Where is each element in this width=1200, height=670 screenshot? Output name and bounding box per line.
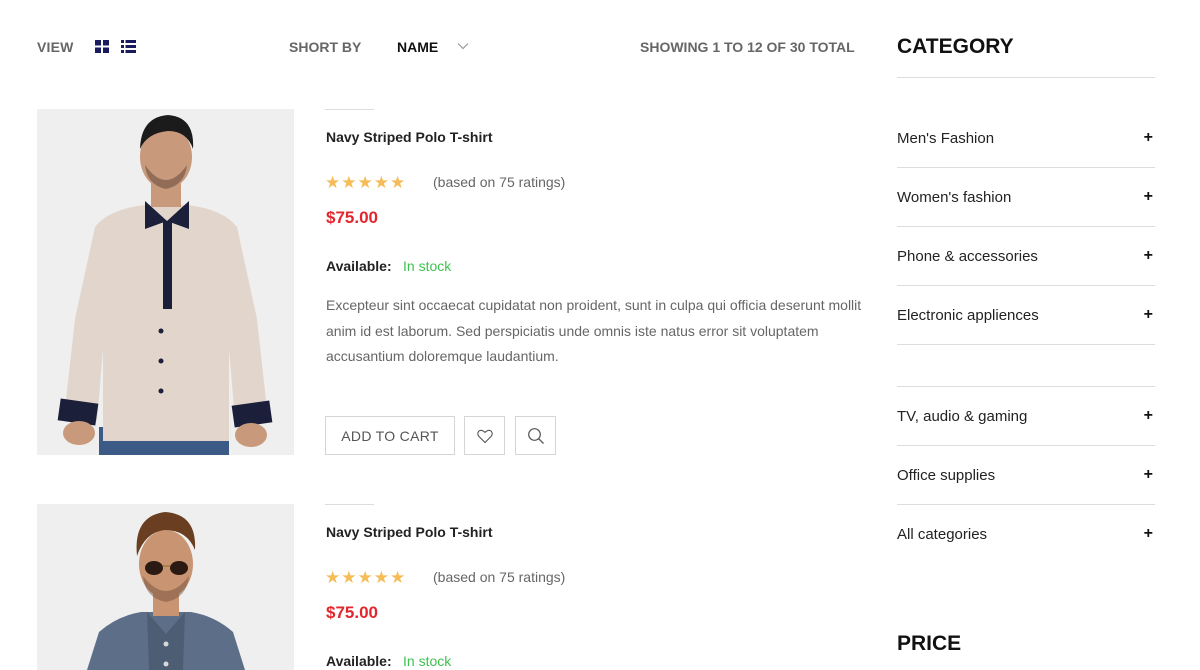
- wishlist-button[interactable]: [464, 416, 505, 455]
- search-icon: [528, 428, 544, 444]
- availability-label: Available:: [326, 258, 392, 274]
- ratings-count: (based on 75 ratings): [433, 569, 566, 585]
- category-item-mens-fashion[interactable]: Men's Fashion +: [897, 109, 1155, 168]
- category-label: All categories: [897, 526, 988, 543]
- category-item-womens-fashion[interactable]: Women's fashion +: [897, 168, 1155, 227]
- product-card: Navy Striped Polo T-shirt ★★★★★ (based o…: [0, 109, 880, 459]
- grid-view-icon[interactable]: [95, 40, 109, 53]
- availability-status: In stock: [403, 653, 452, 669]
- product-card: Navy Striped Polo T-shirt ★★★★★ (based o…: [0, 504, 880, 670]
- category-item-office-supplies[interactable]: Office supplies +: [897, 446, 1155, 505]
- category-label: TV, audio & gaming: [897, 408, 1028, 425]
- category-label: Electronic appliences: [897, 307, 1039, 324]
- chevron-down-icon: [457, 43, 469, 50]
- plus-icon[interactable]: +: [1144, 188, 1153, 206]
- availability-label: Available:: [326, 653, 392, 669]
- quick-view-button[interactable]: [515, 416, 556, 455]
- category-label: Phone & accessories: [897, 248, 1038, 265]
- star-rating-icon: ★★★★★: [325, 173, 407, 192]
- divider: [897, 77, 1155, 78]
- sort-label: SHORT BY: [289, 39, 362, 55]
- product-title[interactable]: Navy Striped Polo T-shirt: [326, 129, 492, 145]
- category-item-phone-accessories[interactable]: Phone & accessories +: [897, 227, 1155, 286]
- product-price: $75.00: [326, 208, 378, 227]
- plus-icon[interactable]: +: [1144, 247, 1153, 265]
- product-image[interactable]: [37, 109, 294, 455]
- star-rating-icon: ★★★★★: [325, 568, 407, 587]
- heart-icon: [477, 429, 493, 444]
- sort-select[interactable]: NAME: [397, 37, 477, 57]
- category-heading: CATEGORY: [897, 35, 1014, 58]
- plus-icon[interactable]: +: [1144, 466, 1153, 484]
- plus-icon[interactable]: +: [1144, 525, 1153, 543]
- results-count: SHOWING 1 TO 12 OF 30 TOTAL: [640, 39, 855, 55]
- category-item-electronic-appliences[interactable]: Electronic appliences +: [897, 286, 1155, 345]
- man-in-beige-shirt-photo: [37, 109, 294, 455]
- ratings-count: (based on 75 ratings): [433, 174, 566, 190]
- category-item-tv-audio-gaming[interactable]: TV, audio & gaming +: [897, 387, 1155, 446]
- man-in-denim-shirt-sunglasses-photo: [37, 504, 294, 670]
- price-heading: PRICE: [897, 632, 962, 655]
- product-image[interactable]: [37, 504, 294, 670]
- category-label: Women's fashion: [897, 189, 1012, 206]
- plus-icon[interactable]: +: [1144, 129, 1153, 147]
- category-label: Office supplies: [897, 467, 996, 484]
- category-label: Men's Fashion: [897, 130, 995, 147]
- divider: [325, 504, 374, 505]
- plus-icon[interactable]: +: [1144, 407, 1153, 425]
- divider: [325, 109, 374, 110]
- availability-status: In stock: [403, 258, 452, 274]
- add-to-cart-button[interactable]: ADD TO CART: [325, 416, 455, 455]
- product-price: $75.00: [326, 603, 378, 622]
- list-view-icon[interactable]: [121, 40, 136, 53]
- product-description: Excepteur sint occaecat cupidatat non pr…: [326, 297, 862, 364]
- plus-icon[interactable]: +: [1144, 306, 1153, 324]
- view-label: VIEW: [37, 39, 74, 55]
- product-title[interactable]: Navy Striped Polo T-shirt: [326, 524, 492, 540]
- category-item-all-categories[interactable]: All categories +: [897, 505, 1155, 564]
- sort-value: NAME: [397, 39, 439, 55]
